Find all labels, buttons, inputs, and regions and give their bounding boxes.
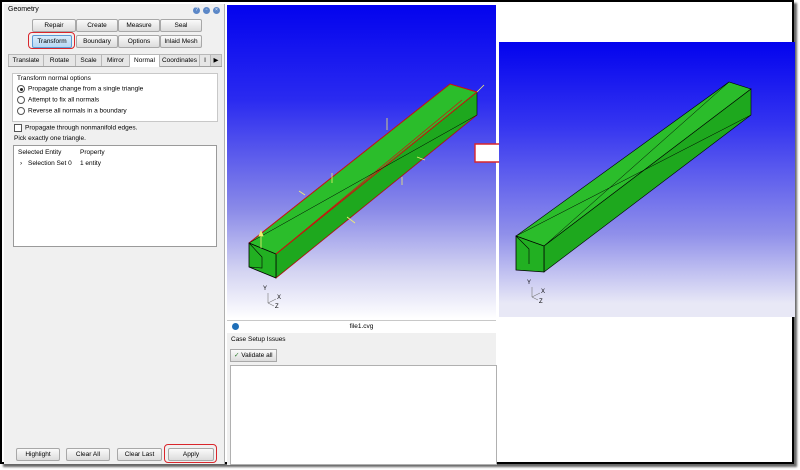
axis-label-y: Y: [263, 286, 267, 292]
tab-scroll-right-icon[interactable]: ▶: [210, 54, 222, 66]
boundary-button[interactable]: Boundary: [76, 35, 118, 48]
normal-options-group: Transform normal options Propagate chang…: [12, 73, 218, 122]
checkbox-icon[interactable]: [14, 124, 22, 132]
viewport-before[interactable]: Y X Z: [227, 5, 496, 319]
inlaid-mesh-button[interactable]: Inlaid Mesh: [160, 35, 202, 48]
tab-coordinates[interactable]: Coordinates: [159, 54, 200, 66]
case-setup-issues-panel: Case Setup Issues ✓ Validate all: [227, 333, 497, 465]
selected-diagonal: [275, 99, 463, 255]
group-label: Transform normal options: [17, 75, 91, 82]
beam-side-face: [543, 88, 752, 273]
radio-checked-icon[interactable]: [17, 85, 25, 93]
axis-label-x: X: [277, 295, 281, 301]
radio-propagate-single[interactable]: Propagate change from a single triangle: [17, 85, 143, 93]
beam-side-face: [275, 91, 478, 279]
radio-label: Attempt to fix all normals: [28, 96, 100, 104]
selection-table: Selected Entity Property › Selection Set…: [13, 145, 217, 247]
mesh-diagonal: [543, 81, 730, 247]
radio-fix-all[interactable]: Attempt to fix all normals: [17, 96, 99, 104]
float-icon[interactable]: ▫: [203, 7, 211, 14]
file-tab-bar: file1.cvg: [227, 320, 496, 333]
checkbox-label: Propagate through nonmanifold edges.: [25, 124, 138, 132]
radio-label: Propagate change from a single triangle: [28, 85, 144, 93]
axis-label-z: Z: [275, 304, 279, 310]
axis-triad: Y X Z: [263, 286, 281, 310]
radio-unchecked-icon[interactable]: [17, 107, 25, 115]
panel-titlebar: Geometry ? ▫ ×: [4, 4, 224, 16]
measure-button[interactable]: Measure: [118, 19, 160, 32]
axis-label-x: X: [541, 289, 545, 295]
pick-hint: Pick exactly one triangle.: [14, 135, 86, 142]
mesh-before-svg: Y X Z: [248, 83, 485, 310]
apply-highlight: [164, 444, 217, 463]
file-name[interactable]: file1.cvg: [227, 323, 496, 330]
beam-top-face: [248, 83, 478, 255]
tab-normal[interactable]: Normal: [129, 54, 160, 67]
viewport-after[interactable]: Y X Z: [499, 42, 795, 317]
close-icon[interactable]: ×: [213, 7, 220, 14]
repair-button[interactable]: Repair: [32, 19, 76, 32]
expand-arrow-icon[interactable]: ›: [20, 160, 22, 167]
create-button[interactable]: Create: [76, 19, 118, 32]
mesh-diagonal: [515, 114, 752, 237]
clear-all-button[interactable]: Clear All: [66, 448, 110, 461]
radio-label: Reverse all normals in a boundary: [28, 107, 127, 115]
app-window: Geometry ? ▫ × Repair Create Measure Sea…: [0, 0, 795, 465]
validate-all-button[interactable]: ✓ Validate all: [230, 349, 277, 362]
axis-label-y: Y: [527, 280, 531, 286]
column-header-entity[interactable]: Selected Entity: [18, 149, 61, 156]
nonmanifold-checkbox[interactable]: Propagate through nonmanifold edges.: [14, 124, 137, 132]
beam-top-face: [515, 81, 752, 247]
tab-rotate[interactable]: Rotate: [43, 54, 76, 66]
radio-reverse-boundary[interactable]: Reverse all normals in a boundary: [17, 107, 127, 115]
radio-unchecked-icon[interactable]: [17, 96, 25, 104]
clear-last-button[interactable]: Clear Last: [117, 448, 162, 461]
column-header-property[interactable]: Property: [80, 149, 105, 156]
tab-scale[interactable]: Scale: [75, 54, 102, 66]
geometry-panel: Geometry ? ▫ × Repair Create Measure Sea…: [4, 4, 225, 464]
help-icon[interactable]: ?: [193, 7, 201, 14]
mesh-diagonal: [248, 114, 478, 244]
highlight-button[interactable]: Highlight: [16, 448, 60, 461]
transform-tabs: Translate Rotate Scale Mirror Normal Coo…: [8, 54, 222, 67]
axis-triad: Y X Z: [527, 280, 545, 305]
table-row-entity[interactable]: Selection Set 0: [28, 160, 72, 167]
tab-translate[interactable]: Translate: [8, 54, 44, 66]
validate-label: Validate all: [241, 352, 273, 359]
transform-highlight: [28, 32, 75, 49]
tab-mirror[interactable]: Mirror: [101, 54, 130, 66]
selected-triangle-edge: [275, 114, 478, 279]
seal-button[interactable]: Seal: [160, 19, 202, 32]
table-row-property: 1 entity: [80, 160, 101, 167]
axis-label-z: Z: [539, 299, 543, 305]
mesh-after-svg: Y X Z: [515, 81, 752, 305]
issues-title: Case Setup Issues: [231, 336, 286, 343]
panel-title: Geometry: [8, 6, 39, 13]
issues-list[interactable]: [230, 365, 497, 465]
options-button[interactable]: Options: [118, 35, 160, 48]
